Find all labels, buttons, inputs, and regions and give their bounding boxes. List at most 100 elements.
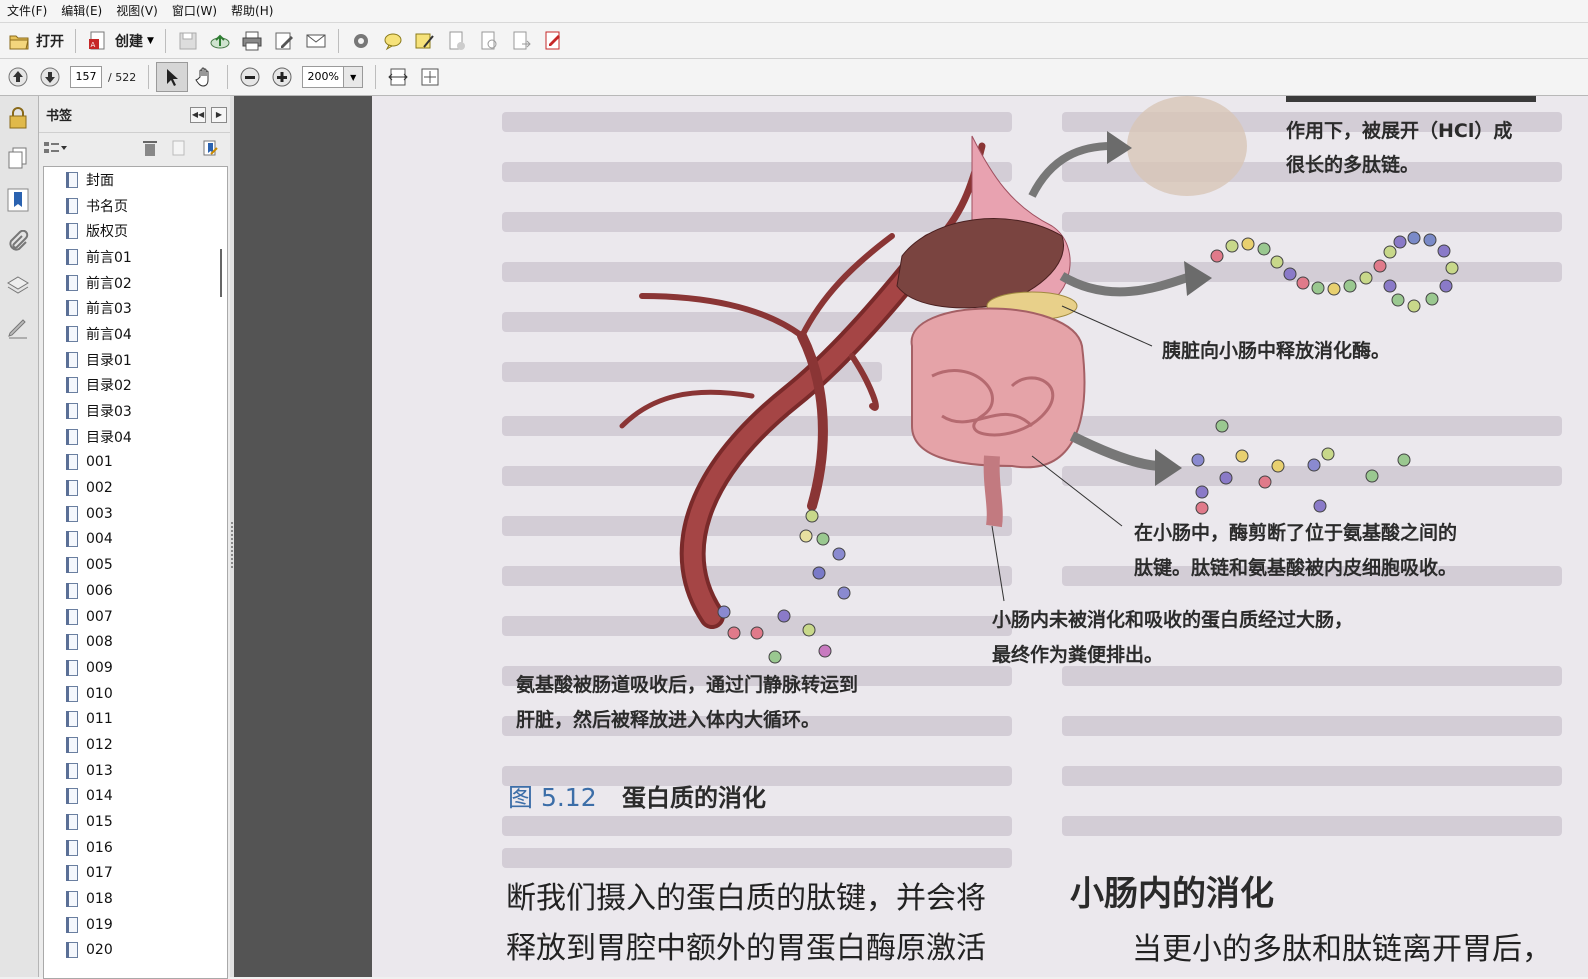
bookmark-item[interactable]: 目录01 <box>44 347 227 373</box>
bookmark-page-icon <box>66 505 78 522</box>
settings-button[interactable] <box>346 27 376 55</box>
bookmark-item[interactable]: 003 <box>44 501 227 527</box>
comment-button[interactable] <box>378 27 408 55</box>
bookmark-item[interactable]: 001 <box>44 450 227 476</box>
sign-button[interactable] <box>538 27 568 55</box>
lock-icon[interactable] <box>6 106 30 130</box>
bookmark-page-icon <box>66 839 78 856</box>
panel-menu-icon[interactable]: ▶ <box>211 107 227 123</box>
bookmark-label: 012 <box>86 736 113 753</box>
signature-icon[interactable] <box>6 316 30 340</box>
bookmark-item[interactable]: 002 <box>44 475 227 501</box>
separator <box>337 28 339 53</box>
bookmark-item[interactable]: 005 <box>44 552 227 578</box>
separator <box>148 65 150 89</box>
hand-tool-button[interactable] <box>190 63 220 91</box>
bookmark-label: 011 <box>86 711 113 728</box>
trash-icon[interactable] <box>141 139 159 157</box>
caption-portal-vein-line2: 肝脏，然后被释放进入体内大循环。 <box>516 709 821 731</box>
bookmark-label: 013 <box>86 762 113 779</box>
bookmark-item[interactable]: 014 <box>44 784 227 810</box>
navigation-toolbar: 157 / 522 200% ▼ <box>0 59 1588 96</box>
bookmark-item[interactable]: 007 <box>44 604 227 630</box>
bookmark-item[interactable]: 010 <box>44 681 227 707</box>
previous-page-button[interactable] <box>3 63 33 91</box>
chevron-down-icon[interactable]: ▼ <box>343 67 363 87</box>
bookmark-item[interactable]: 012 <box>44 732 227 758</box>
page-number-input[interactable]: 157 <box>70 66 102 88</box>
bookmark-item[interactable]: 目录03 <box>44 398 227 424</box>
bookmark-item[interactable]: 前言03 <box>44 295 227 321</box>
next-page-button[interactable] <box>35 63 65 91</box>
tool-button-1[interactable] <box>442 27 472 55</box>
bookmark-item[interactable]: 006 <box>44 578 227 604</box>
bookmark-item[interactable]: 目录04 <box>44 424 227 450</box>
bookmark-item[interactable]: 016 <box>44 835 227 861</box>
menu-edit[interactable]: 编辑(E) <box>54 0 109 22</box>
bookmark-label: 018 <box>86 891 113 908</box>
bookmark-label: 010 <box>86 685 113 702</box>
splitter-grip[interactable] <box>231 522 233 568</box>
tool-button-3[interactable] <box>506 27 536 55</box>
hand-icon <box>195 67 209 87</box>
bookmark-item[interactable]: 018 <box>44 886 227 912</box>
bookmark-item[interactable]: 015 <box>44 809 227 835</box>
bookmark-page-icon <box>66 685 78 702</box>
menu-view[interactable]: 视图(V) <box>109 0 165 22</box>
bookmark-item[interactable]: 前言01 <box>44 244 227 270</box>
bookmark-item[interactable]: 009 <box>44 655 227 681</box>
bookmark-label: 019 <box>86 916 113 933</box>
bookmark-label: 007 <box>86 608 113 625</box>
bookmark-icon[interactable] <box>6 188 30 212</box>
bookmark-item[interactable]: 版权页 <box>44 218 227 244</box>
zoom-in-button[interactable] <box>267 63 297 91</box>
bookmark-page-icon <box>66 942 78 959</box>
separator <box>164 28 166 53</box>
scrollbar[interactable] <box>220 249 222 297</box>
bookmark-edit-icon[interactable] <box>201 139 219 157</box>
bookmark-page-icon <box>66 762 78 779</box>
bookmark-item[interactable]: 017 <box>44 861 227 887</box>
bookmark-page-icon <box>66 197 78 214</box>
section-heading: 小肠内的消化 <box>1070 874 1274 914</box>
bookmark-items: 封面 书名页 版权页 前言01 前言02 前言03 前言04 目录01 目录02 目录03 目录04… <box>44 167 227 963</box>
attachment-icon[interactable] <box>6 230 30 254</box>
upload-button[interactable] <box>205 27 235 55</box>
highlight-button[interactable] <box>410 27 440 55</box>
pdf-page: 作用下，被展开（HCl）成 很长的多肽链。 胰脏向小肠中释放消化酶。 在小肠中，… <box>372 96 1588 977</box>
layers-icon[interactable] <box>6 274 30 298</box>
bookmark-item[interactable]: 008 <box>44 629 227 655</box>
create-button[interactable]: A 创建 ▼ <box>83 27 158 55</box>
tool-button-2[interactable] <box>474 27 504 55</box>
bookmark-item[interactable]: 前言04 <box>44 321 227 347</box>
zoom-select[interactable]: 200% ▼ <box>302 66 364 88</box>
new-bookmark-icon[interactable] <box>170 139 188 157</box>
bookmark-item[interactable]: 封面 <box>44 167 227 193</box>
bookmark-label: 014 <box>86 788 113 805</box>
bookmark-item[interactable]: 011 <box>44 706 227 732</box>
menu-file[interactable]: 文件(F) <box>0 0 54 22</box>
bookmark-page-icon <box>66 582 78 599</box>
email-button[interactable] <box>301 27 331 55</box>
menu-help[interactable]: 帮助(H) <box>224 0 280 22</box>
bookmark-label: 目录04 <box>86 429 132 446</box>
zoom-out-button[interactable] <box>235 63 265 91</box>
bookmark-item[interactable]: 013 <box>44 758 227 784</box>
options-menu-icon[interactable] <box>43 140 67 156</box>
bookmark-item[interactable]: 书名页 <box>44 193 227 219</box>
bookmark-item[interactable]: 019 <box>44 912 227 938</box>
bookmark-item[interactable]: 目录02 <box>44 373 227 399</box>
edit-button[interactable] <box>269 27 299 55</box>
fit-page-button[interactable] <box>415 63 445 91</box>
bookmark-item[interactable]: 前言02 <box>44 270 227 296</box>
bookmark-item[interactable]: 004 <box>44 527 227 553</box>
print-button[interactable] <box>237 27 267 55</box>
open-button[interactable]: 打开 <box>4 27 68 55</box>
select-tool-button[interactable] <box>156 62 189 92</box>
pages-icon[interactable] <box>6 146 30 170</box>
menu-window[interactable]: 窗口(W) <box>165 0 224 22</box>
fit-width-button[interactable] <box>383 63 413 91</box>
save-button[interactable] <box>173 27 203 55</box>
bookmark-item[interactable]: 020 <box>44 938 227 964</box>
collapse-panel-icon[interactable]: ◀◀ <box>190 107 206 123</box>
